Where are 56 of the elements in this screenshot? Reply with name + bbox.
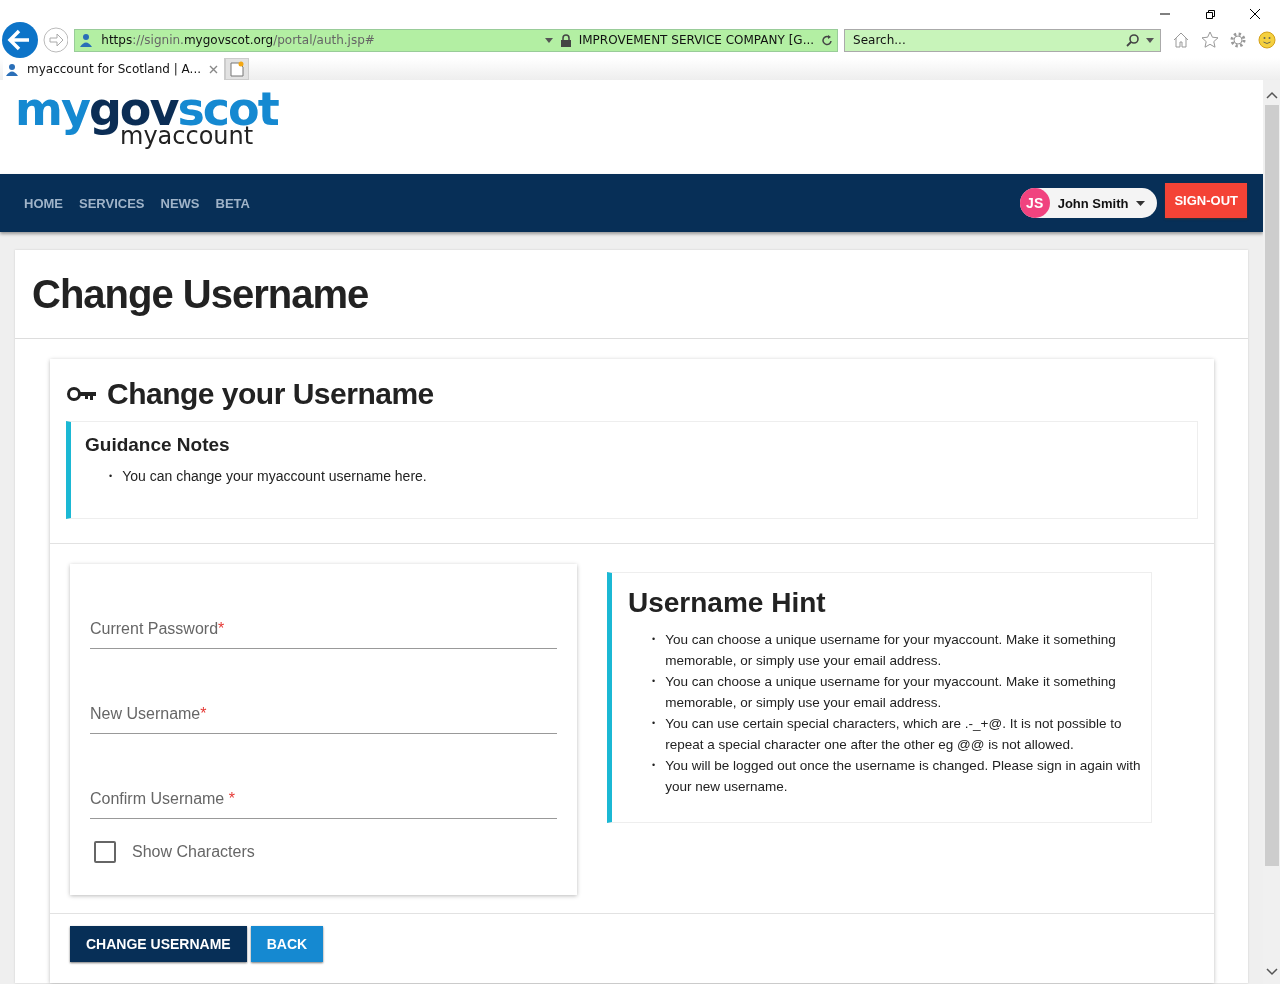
- home-icon[interactable]: [1171, 31, 1190, 49]
- hint-item: You will be logged out once the username is changed. Please sign in again with your new username.: [665, 757, 1142, 796]
- nav-link[interactable]: NEWS: [160, 195, 200, 211]
- hint-item: You can choose a unique username for your myaccount. Make it something memorable, or simply use your email address.: [665, 631, 1117, 670]
- card-title: Change your Username: [107, 377, 434, 411]
- user-menu[interactable]: JS John Smith: [1019, 188, 1158, 218]
- scrollbar-thumb[interactable]: [1264, 105, 1279, 866]
- scrollbar[interactable]: [1263, 77, 1280, 984]
- person-icon: [5, 62, 19, 76]
- refresh-icon: [822, 34, 834, 46]
- hint-item: You can choose a unique username for your myaccount. Make it something memorable, or simply use your email address.: [665, 673, 1117, 712]
- address-bar[interactable]: https://signin.mygovscot.org/portal/auth.jsp# IMPROVEMENT SERVICE COMPANY [G...: [74, 28, 839, 52]
- hint-title: Username Hint: [628, 587, 827, 619]
- person-icon: [79, 33, 94, 47]
- guidance-title: Guidance Notes: [85, 434, 231, 456]
- search-bar[interactable]: Search...: [844, 28, 1161, 52]
- checkbox[interactable]: [94, 841, 116, 863]
- dropdown-icon: [1145, 37, 1154, 43]
- page-title: Change Username: [32, 271, 369, 317]
- nav-link[interactable]: HOME: [24, 195, 63, 211]
- input-field[interactable]: Current Password*: [90, 599, 557, 649]
- bullet: •: [652, 675, 656, 688]
- bullet: •: [109, 470, 113, 483]
- key-icon: [67, 386, 97, 402]
- scroll-up-icon: [1265, 91, 1278, 99]
- input-field[interactable]: New Username*: [90, 684, 557, 734]
- scroll-down-icon: [1265, 968, 1278, 976]
- forward-button[interactable]: [42, 27, 69, 53]
- back-button[interactable]: [1, 21, 39, 59]
- star-icon[interactable]: [1200, 31, 1219, 49]
- new-tab-button[interactable]: [225, 58, 249, 80]
- change-username-button[interactable]: CHANGE USERNAME: [70, 926, 247, 962]
- bullet: •: [652, 717, 656, 730]
- input-field[interactable]: Confirm Username *: [90, 769, 557, 819]
- dropdown-icon: [544, 37, 553, 43]
- lock-icon: [560, 33, 571, 47]
- search-icon: [1125, 33, 1140, 47]
- nav-link[interactable]: SERVICES: [79, 195, 145, 211]
- hint-item: You can use certain special characters, which are .-_+@. It is not possible to repeat a special character one after the other eg @@ is not allowed.: [665, 715, 1123, 754]
- search-field[interactable]: Search...: [851, 32, 1120, 48]
- nav-link[interactable]: BETA: [215, 195, 250, 211]
- browser-tab[interactable]: myaccount for Scotland | A...: [3, 58, 225, 80]
- guidance-note: You can change your myaccount username here.: [122, 467, 427, 486]
- certificate-label: IMPROVEMENT SERVICE COMPANY [G...: [578, 33, 815, 47]
- bullet: •: [652, 633, 656, 646]
- back-button[interactable]: BACK: [250, 926, 324, 962]
- checkbox-label[interactable]: Show Characters: [132, 843, 255, 861]
- smiley-icon[interactable]: [1258, 31, 1277, 49]
- bullet: •: [652, 759, 656, 772]
- sign-out-button[interactable]: SIGN-OUT: [1165, 182, 1247, 218]
- caret-icon: [1136, 200, 1146, 206]
- settings-icon[interactable]: [1229, 31, 1248, 49]
- close-icon[interactable]: [1249, 8, 1261, 20]
- url-text: https://signin.mygovscot.org/portal/auth.jsp#: [101, 33, 375, 47]
- restore-icon[interactable]: [1204, 8, 1216, 20]
- user-avatar: JS: [1019, 188, 1050, 218]
